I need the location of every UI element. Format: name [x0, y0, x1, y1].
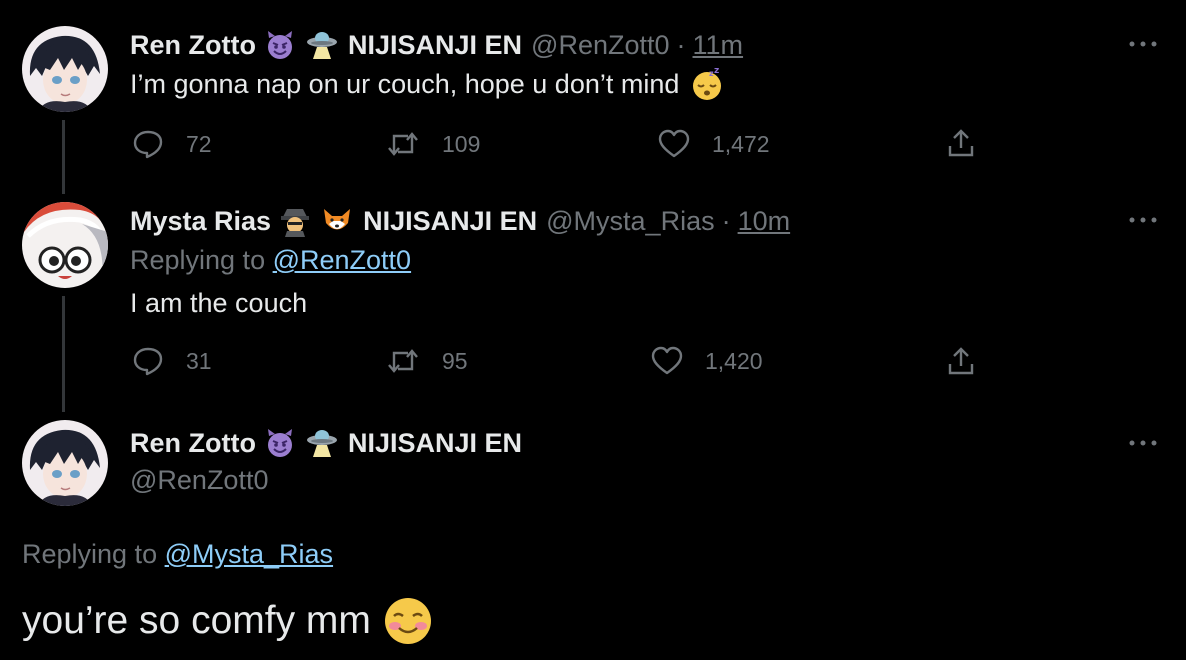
- separator: ·: [676, 29, 686, 60]
- avatar[interactable]: [22, 420, 108, 506]
- replying-to-line: Replying to @Mysta_Rias: [22, 539, 333, 570]
- heart-icon: [651, 346, 683, 375]
- replying-to-line: Replying to @RenZott0: [130, 245, 411, 276]
- detective-emoji: [277, 205, 313, 237]
- affiliation: NIJISANJI EN: [347, 427, 523, 458]
- handle[interactable]: @Mysta_Rias: [546, 206, 714, 237]
- timestamp-link[interactable]: 10m: [738, 206, 791, 237]
- thread-connector: [62, 296, 65, 412]
- tweet-text: you’re so comfy mm: [22, 596, 433, 646]
- smiling-devil-emoji: [262, 427, 298, 459]
- share-icon: [948, 129, 974, 157]
- retweet-button[interactable]: 95: [386, 346, 468, 376]
- retweet-button[interactable]: 109: [386, 129, 480, 159]
- more-options-icon[interactable]: [1126, 433, 1160, 453]
- display-name[interactable]: Ren Zotto: [130, 428, 256, 459]
- mention-link[interactable]: @RenZott0: [273, 245, 411, 275]
- retweet-icon: [388, 349, 418, 373]
- handle[interactable]: @RenZott0: [130, 465, 268, 496]
- ufo-emoji: [304, 29, 340, 61]
- replying-to-label: Replying to: [22, 539, 158, 569]
- retweet-icon: [388, 132, 418, 156]
- retweet-count: 95: [442, 347, 468, 374]
- display-name[interactable]: Ren Zotto: [130, 30, 256, 61]
- reply-icon: [133, 130, 163, 159]
- timestamp-link[interactable]: 11m: [693, 30, 744, 61]
- ufo-emoji: [304, 427, 340, 459]
- handle[interactable]: @RenZott0: [531, 30, 669, 61]
- tweet-text: I’m gonna nap on ur couch, hope u don’t …: [130, 66, 725, 102]
- heart-icon: [658, 129, 690, 158]
- share-button[interactable]: [946, 346, 976, 376]
- tweet-header: Ren Zotto NIJISANJI EN @RenZott0 · 11m: [130, 28, 743, 62]
- tweet-header: Ren Zotto NIJISANJI EN: [130, 426, 522, 460]
- affiliation: NIJISANJI EN: [363, 205, 538, 236]
- display-name[interactable]: Mysta Rias: [130, 206, 271, 237]
- separator: ·: [721, 205, 731, 236]
- tweet-text-content: I am the couch: [130, 287, 308, 318]
- fox-emoji: [319, 205, 355, 237]
- tweet-text-content: I’m gonna nap on ur couch, hope u don’t …: [130, 68, 680, 99]
- smiling-devil-emoji: [262, 29, 298, 61]
- more-options-icon[interactable]: [1126, 210, 1160, 230]
- like-count: 1,420: [705, 347, 763, 374]
- replying-to-label: Replying to: [130, 245, 266, 275]
- smiling-face-emoji: [383, 596, 433, 646]
- affiliation: NIJISANJI EN: [347, 29, 523, 60]
- more-options-icon[interactable]: [1126, 34, 1160, 54]
- avatar[interactable]: [22, 202, 108, 288]
- tweet-text-content: you’re so comfy mm: [22, 599, 371, 642]
- reply-count: 72: [186, 130, 212, 157]
- like-count: 1,472: [712, 130, 770, 157]
- reply-count: 31: [186, 347, 212, 374]
- reply-button[interactable]: 72: [132, 129, 212, 159]
- like-button[interactable]: 1,472: [658, 129, 770, 159]
- svg-text:z: z: [714, 67, 719, 76]
- tweet-thread: Ren Zotto NIJISANJI EN @RenZott0 · 11m I…: [0, 0, 1186, 660]
- reply-button[interactable]: 31: [132, 346, 212, 376]
- sleeping-face-emoji: z z: [689, 67, 725, 100]
- tweet-header: Mysta Rias NIJISANJI EN @Mysta_Rias · 10…: [130, 204, 790, 238]
- tweet-text: I am the couch: [130, 286, 307, 320]
- avatar[interactable]: [22, 26, 108, 112]
- mention-link[interactable]: @Mysta_Rias: [165, 539, 333, 569]
- like-button[interactable]: 1,420: [651, 346, 763, 376]
- thread-connector: [62, 120, 65, 194]
- retweet-count: 109: [442, 130, 481, 157]
- share-button[interactable]: [946, 128, 976, 158]
- share-icon: [948, 347, 974, 375]
- reply-icon: [133, 347, 163, 376]
